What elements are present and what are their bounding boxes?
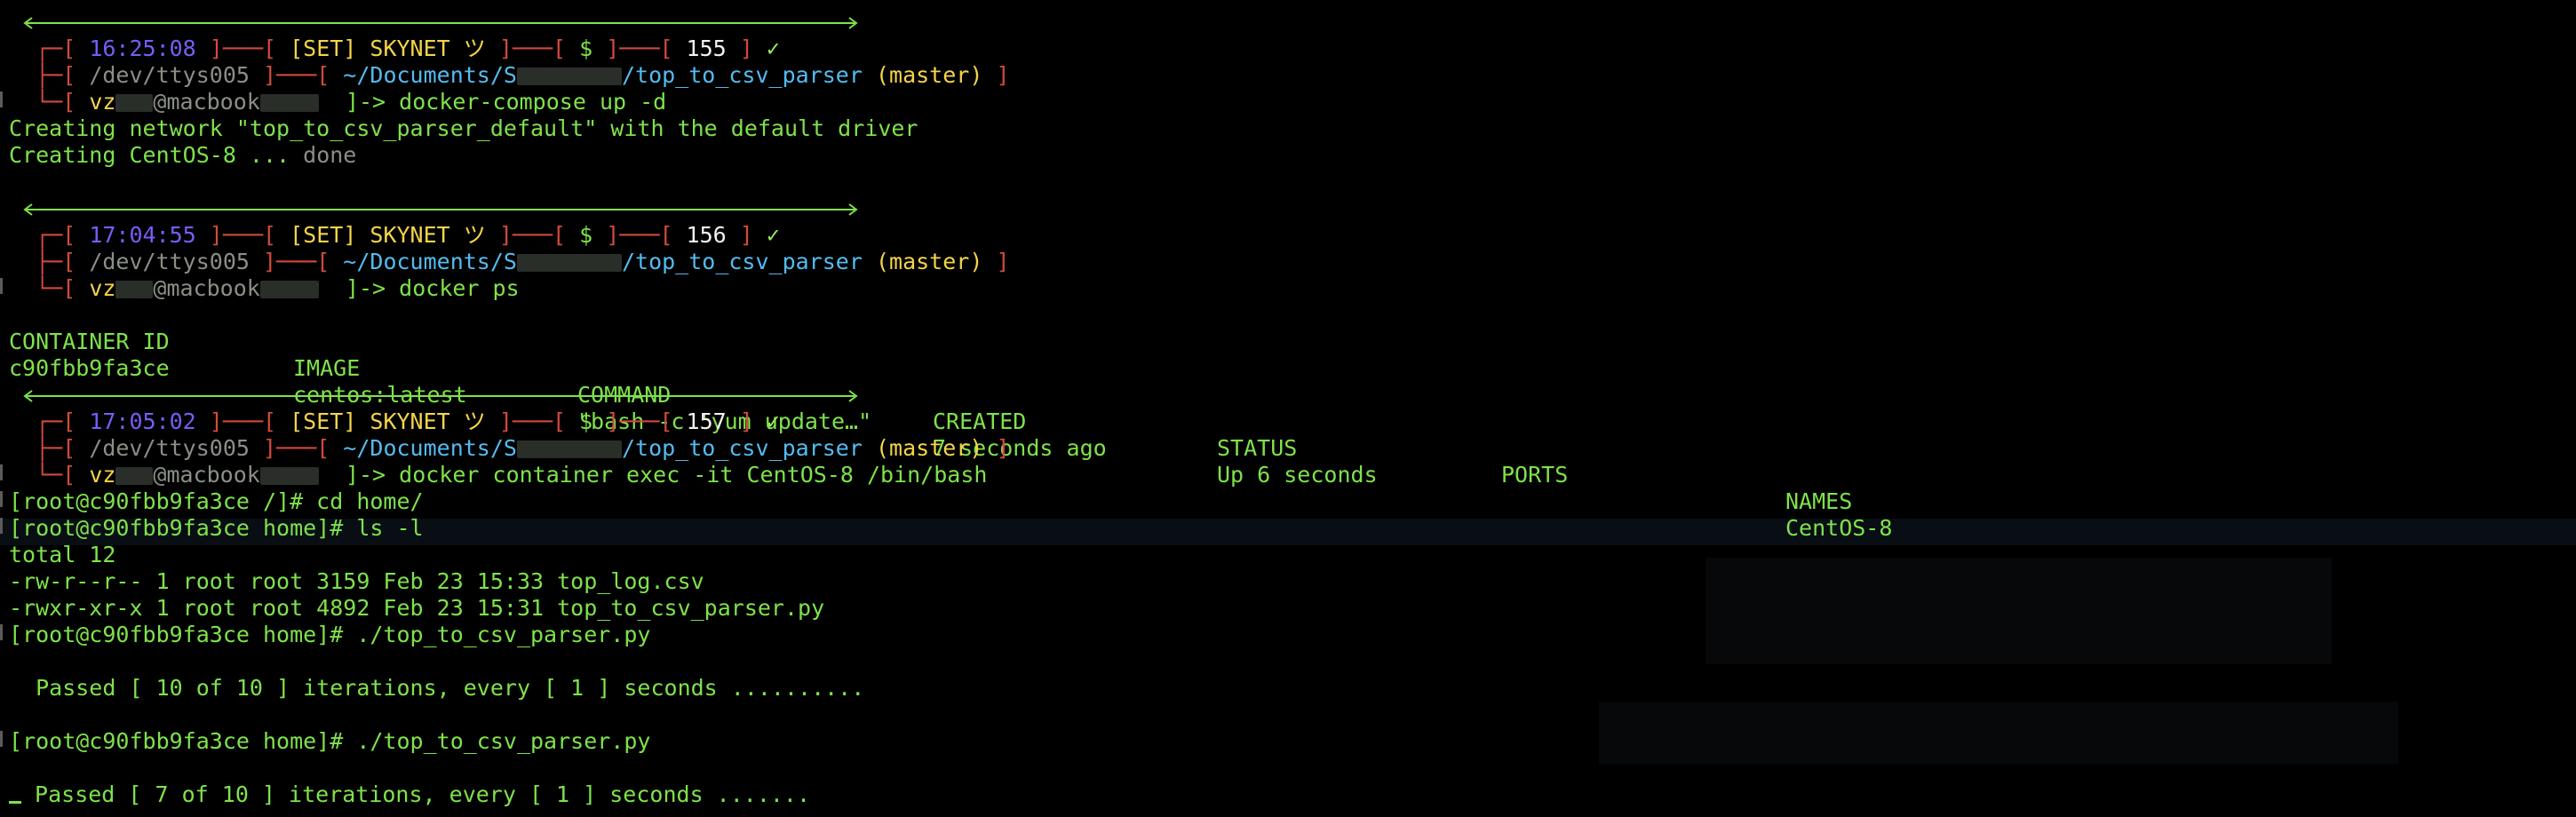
prompt-path-line: ├─[ /dev/ttys005 ]───[ ~/Documents/S/top… <box>9 435 1010 461</box>
output-line: Creating network "top_to_csv_parser_defa… <box>9 115 918 141</box>
table-row: c90fbb9fa3ce centos:latest "bash -c 'yum… <box>0 329 1892 541</box>
line-wrap-marker <box>0 278 3 294</box>
prompt-tty: /dev/ttys005 <box>89 435 250 461</box>
prompt-user: vz <box>89 89 116 115</box>
prompt-history-count: 157 <box>686 408 727 434</box>
prompt-path-line: ├─[ /dev/ttys005 ]───[ ~/Documents/S/top… <box>9 62 1010 88</box>
column-header: IMAGE <box>293 355 361 381</box>
prompt-separator-arrow <box>21 202 860 217</box>
output-text: Creating CentOS-8 ... <box>9 142 304 168</box>
shell-line: [root@c90fbb9fa3ce home]# ls -l <box>9 515 424 541</box>
shell-line: [root@c90fbb9fa3ce home]# ./top_to_csv_p… <box>9 622 651 647</box>
redacted-path <box>516 440 622 458</box>
prompt-git-branch: (master) <box>875 435 983 461</box>
prompt-separator-arrow <box>21 389 860 403</box>
redacted-host <box>259 281 319 298</box>
prompt-set-label: [SET] SKYNET ツ <box>290 408 486 434</box>
prompt-git-branch: (master) <box>875 249 983 274</box>
line-wrap-marker <box>0 731 3 747</box>
prompt-cwd-prefix: ~/Documents/S <box>343 435 517 461</box>
column-header: CREATED <box>933 408 1027 434</box>
table-cell: Up 6 seconds <box>1217 462 1378 488</box>
shell-output-line: -rw-r--r-- 1 root root 3159 Feb 23 15:33… <box>9 568 704 594</box>
prompt-tty: /dev/ttys005 <box>89 249 250 274</box>
check-icon: ✓ <box>766 408 780 434</box>
check-icon: ✓ <box>766 222 780 248</box>
redacted-user <box>115 467 154 485</box>
table-cell: c90fbb9fa3ce <box>9 355 170 381</box>
prompt-tty: /dev/ttys005 <box>89 62 250 88</box>
prompt-separator-arrow <box>21 16 860 30</box>
redacted-user <box>115 281 154 298</box>
shell-output-line: -rwxr-xr-x 1 root root 4892 Feb 23 15:31… <box>9 595 825 621</box>
prompt-host: @macbook <box>153 89 260 115</box>
redacted-path <box>516 254 622 272</box>
prompt-set-label: [SET] SKYNET ツ <box>290 36 486 61</box>
prompt-cwd-prefix: ~/Documents/S <box>343 249 517 274</box>
prompt-host: @macbook <box>153 275 260 301</box>
prompt-cwd-suffix: /top_to_csv_parser <box>621 62 863 88</box>
table-cell: CentOS-8 <box>1785 515 1893 541</box>
output-line: Creating CentOS-8 ... done <box>9 142 356 169</box>
prompt-command-line[interactable]: └─[ vz @macbook ]-> docker-compose up -d <box>9 89 666 115</box>
prompt-status-line: ┌─[ 16:25:08 ]───[ [SET] SKYNET ツ ]───[ … <box>9 36 780 61</box>
table-header-row: CONTAINER ID IMAGE COMMAND CREATED STATU… <box>0 302 1852 514</box>
background-ghost-panel-2 <box>1599 702 2398 764</box>
prompt-command-line[interactable]: └─[ vz @macbook ]-> docker ps <box>9 275 520 302</box>
prompt-dollar: $ <box>579 222 593 248</box>
command-text: docker-compose up -d <box>399 89 667 115</box>
prompt-status-line: ┌─[ 17:04:55 ]───[ [SET] SKYNET ツ ]───[ … <box>9 222 780 248</box>
command-text: docker container exec -it CentOS-8 /bin/… <box>399 462 988 488</box>
status-done: done <box>303 142 357 168</box>
prompt-cwd-suffix: /top_to_csv_parser <box>621 249 863 274</box>
prompt-arrow: ]-> <box>345 89 400 115</box>
line-wrap-marker <box>0 624 3 640</box>
column-header: STATUS <box>1217 435 1298 461</box>
progress-text: Passed [ 7 of 10 ] iterations, every [ 1… <box>21 781 811 807</box>
redacted-user <box>115 94 154 112</box>
prompt-user: vz <box>89 275 116 301</box>
command-text: docker ps <box>399 275 520 301</box>
check-icon: ✓ <box>766 36 780 61</box>
prompt-path-line: ├─[ /dev/ttys005 ]───[ ~/Documents/S/top… <box>9 249 1010 274</box>
text-cursor <box>9 801 21 804</box>
background-ghost-panel <box>1705 558 2332 664</box>
prompt-dollar: $ <box>579 408 593 434</box>
prompt-time: 16:25:08 <box>89 36 196 61</box>
redacted-host <box>259 467 319 485</box>
prompt-command-line[interactable]: └─[ vz @macbook ]-> docker container exec… <box>9 462 987 488</box>
prompt-host: @macbook <box>153 462 260 488</box>
redacted-host <box>259 94 319 112</box>
redacted-path <box>516 67 622 85</box>
prompt-status-line: ┌─[ 17:05:02 ]───[ [SET] SKYNET ツ ]───[ … <box>9 408 780 434</box>
prompt-cwd-suffix: /top_to_csv_parser <box>621 435 863 461</box>
column-header: PORTS <box>1501 462 1569 488</box>
prompt-arrow: ]-> <box>345 275 400 301</box>
shell-output-line: total 12 <box>9 542 116 567</box>
prompt-history-count: 156 <box>686 222 727 248</box>
column-header: NAMES <box>1785 488 1853 514</box>
prompt-time: 17:04:55 <box>89 222 196 248</box>
prompt-history-count: 155 <box>686 36 727 61</box>
line-wrap-marker <box>0 91 3 107</box>
prompt-time: 17:05:02 <box>89 408 196 434</box>
prompt-arrow: ]-> <box>345 462 400 488</box>
prompt-git-branch: (master) <box>875 62 983 88</box>
prompt-cwd-prefix: ~/Documents/S <box>343 62 517 88</box>
prompt-dollar: $ <box>579 36 593 61</box>
shell-line: [root@c90fbb9fa3ce home]# ./top_to_csv_p… <box>9 728 651 754</box>
terminal-window[interactable]: ┌─[ 16:25:08 ]───[ [SET] SKYNET ツ ]───[ … <box>0 0 2576 817</box>
prompt-set-label: [SET] SKYNET ツ <box>290 222 486 248</box>
shell-line: [root@c90fbb9fa3ce /]# cd home/ <box>9 488 424 514</box>
progress-output-line[interactable]: Passed [ 7 of 10 ] iterations, every [ 1… <box>9 781 810 808</box>
progress-output-line: Passed [ 10 of 10 ] iterations, every [ … <box>9 675 865 701</box>
prompt-user: vz <box>89 462 116 488</box>
